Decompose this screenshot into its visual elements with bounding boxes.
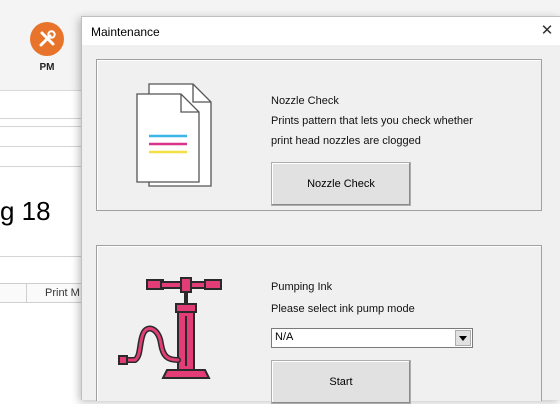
divider <box>0 126 81 127</box>
pumping-ink-heading: Pumping Ink <box>271 281 333 293</box>
nozzle-check-button[interactable]: Nozzle Check <box>271 162 411 206</box>
divider <box>0 256 81 257</box>
start-button[interactable]: Start <box>271 360 411 404</box>
divider <box>0 118 81 119</box>
nozzle-check-description-1: Prints pattern that lets you check wheth… <box>271 115 473 127</box>
pump-mode-select-value: N/A <box>275 331 294 343</box>
dialog-title: Maintenance <box>91 25 160 39</box>
column-separator <box>26 284 27 302</box>
table-header: Print M <box>0 283 86 303</box>
figure-label: g 18 <box>0 196 51 226</box>
pump-mode-prompt: Please select ink pump mode <box>271 303 415 315</box>
close-button[interactable]: ✕ <box>537 21 557 41</box>
pump-mode-select[interactable]: N/A <box>271 328 473 348</box>
document-pages-icon <box>136 83 212 187</box>
nozzle-check-description-2: print head nozzles are clogged <box>271 135 421 147</box>
nozzle-check-heading: Nozzle Check <box>271 95 339 107</box>
ink-pump-icon <box>118 277 222 379</box>
pm-button[interactable]: PM <box>22 22 72 88</box>
maintenance-dialog: Maintenance ✕ Nozzle Check Prints patter… <box>81 16 560 404</box>
divider <box>0 146 81 147</box>
tools-icon <box>30 22 64 56</box>
divider <box>0 166 81 167</box>
column-header-print-mode[interactable]: Print M <box>45 287 80 299</box>
chevron-down-icon[interactable] <box>455 330 471 346</box>
close-icon: ✕ <box>540 22 554 39</box>
pm-label: PM <box>39 62 55 73</box>
dialog-titlebar: Maintenance ✕ <box>82 17 560 45</box>
nozzle-check-group: Nozzle Check Prints pattern that lets yo… <box>96 59 542 211</box>
pumping-ink-group: Pumping Ink Please select ink pump mode … <box>96 245 542 404</box>
